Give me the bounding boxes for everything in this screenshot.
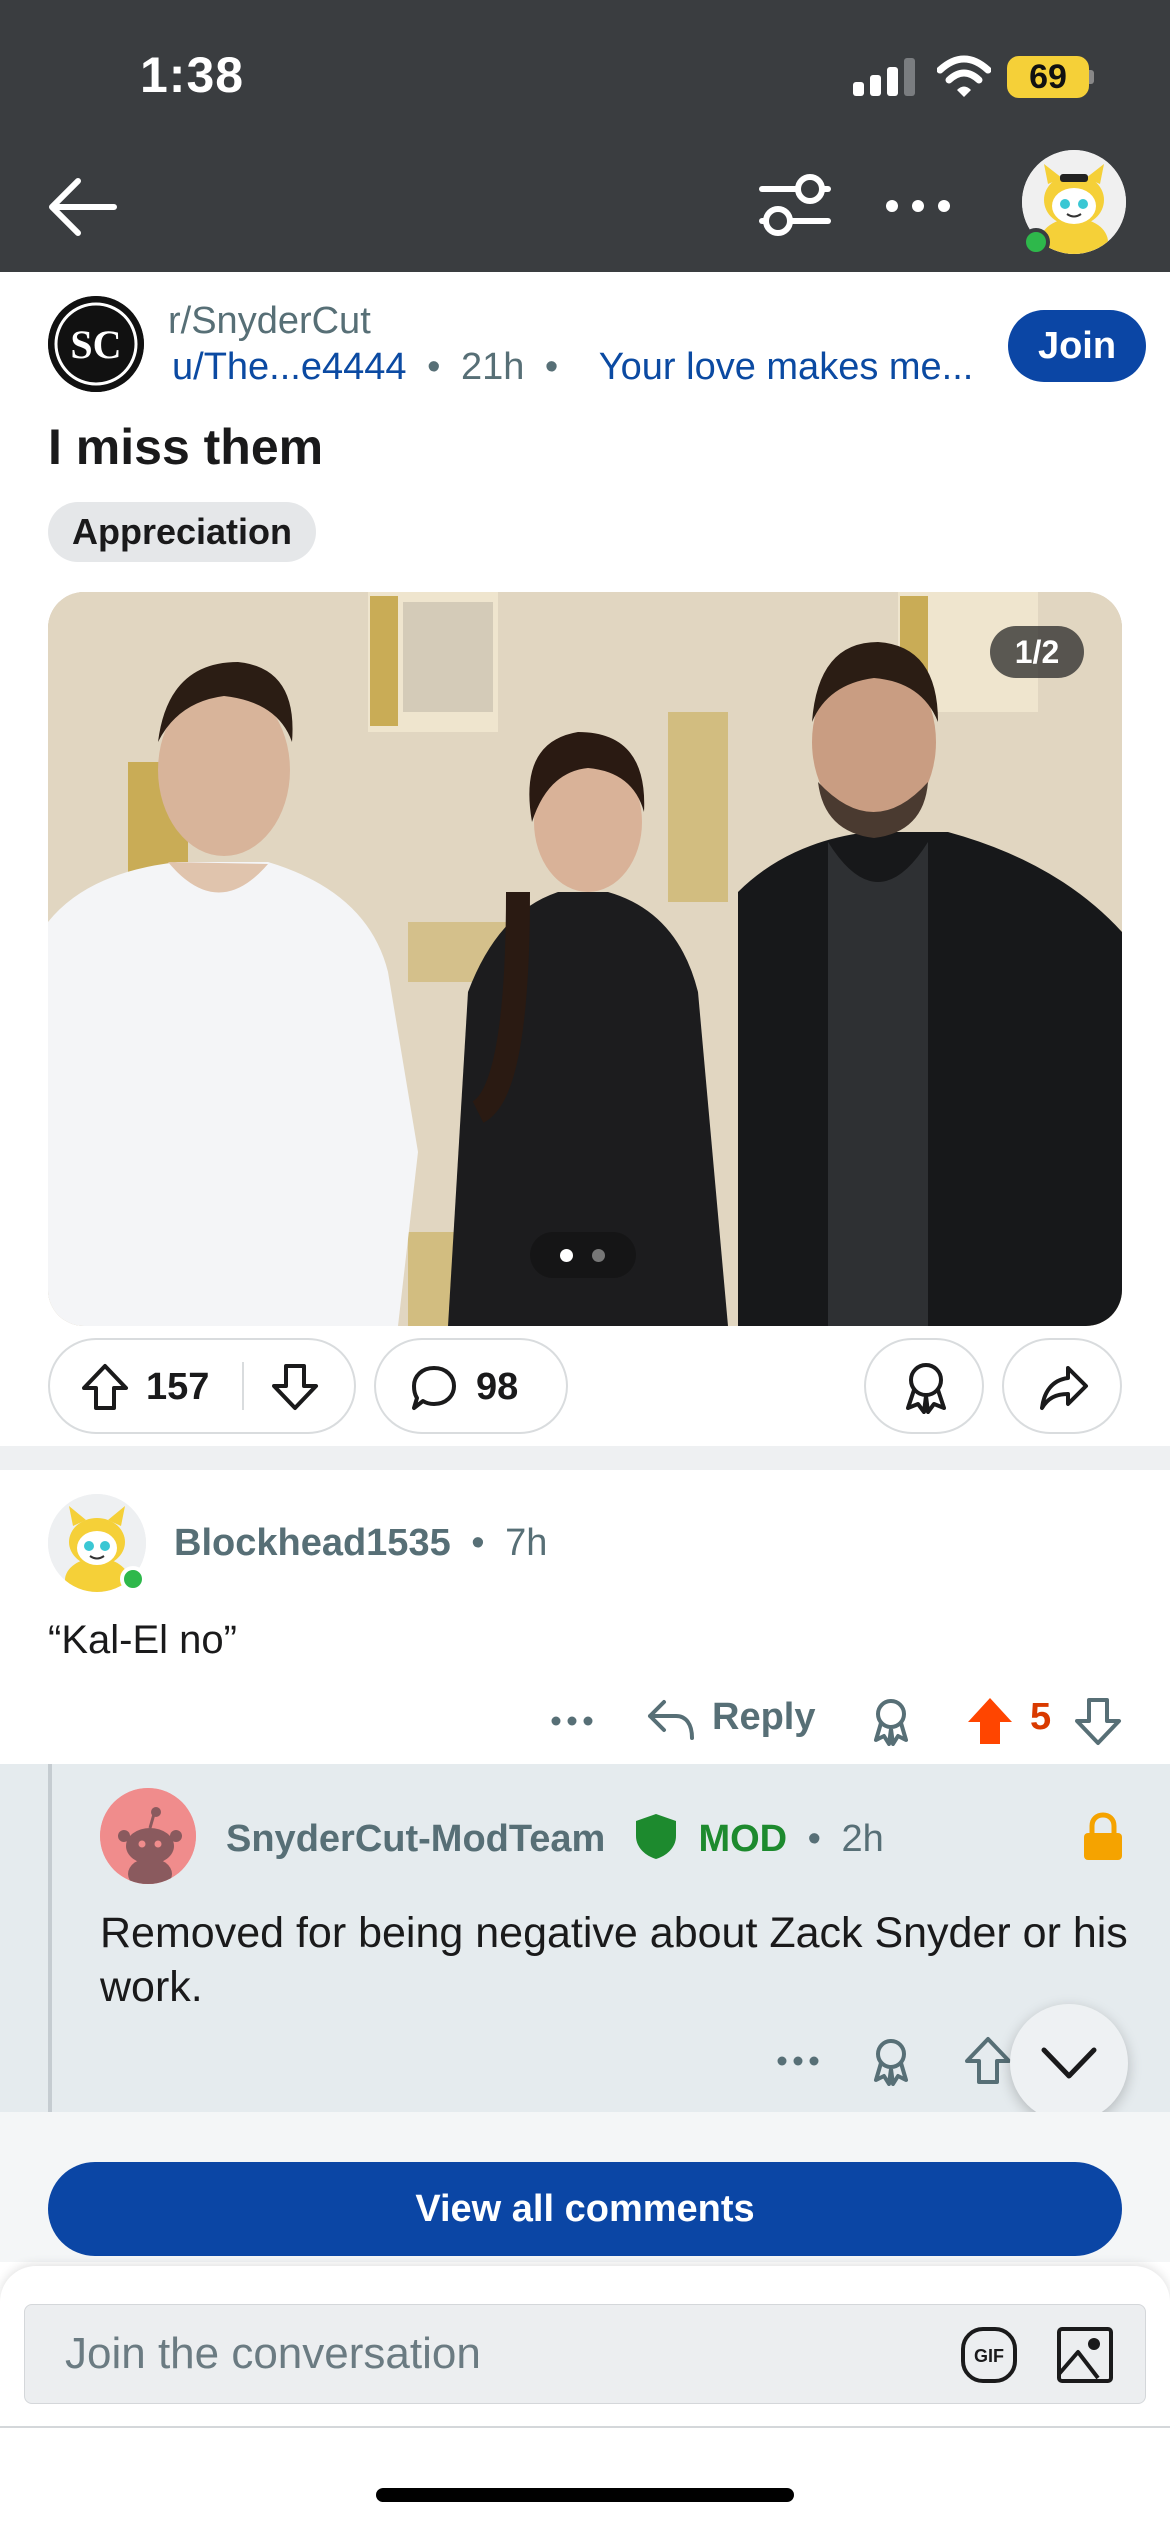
- gif-label: GIF: [974, 2346, 1004, 2366]
- user-flair[interactable]: Your love makes me...: [599, 346, 974, 388]
- subreddit-icon[interactable]: SC: [48, 296, 144, 392]
- image-pagination: [530, 1232, 636, 1278]
- sliders-icon[interactable]: [758, 172, 832, 238]
- upvote-count: 157: [146, 1366, 210, 1408]
- downvote-icon[interactable]: [270, 1362, 320, 1412]
- comments-button[interactable]: 98: [374, 1338, 568, 1434]
- join-button[interactable]: Join: [1008, 310, 1146, 382]
- mod-comment-actions: [0, 2030, 1170, 2100]
- comment-count: 98: [476, 1366, 519, 1408]
- gif-button[interactable]: GIF: [960, 2326, 1018, 2384]
- award-icon: [906, 1363, 946, 1414]
- subreddit-name[interactable]: r/SnyderCut: [168, 300, 371, 343]
- mod-comment-upvote-icon[interactable]: [964, 2036, 1012, 2086]
- vote-bar: 157: [48, 1338, 356, 1434]
- post-image[interactable]: [48, 592, 1122, 1326]
- mod-avatar[interactable]: [100, 1788, 196, 1884]
- scroll-down-button[interactable]: [1010, 2004, 1128, 2122]
- image-icon: [1057, 2327, 1113, 2383]
- mod-comment-award-icon[interactable]: [868, 2036, 914, 2086]
- gif-icon: GIF: [961, 2327, 1017, 2383]
- top-bar: [0, 0, 1170, 272]
- battery-level: 69: [1007, 56, 1089, 98]
- post-meta: u/The...e4444 • 21h • Your love makes me…: [172, 346, 973, 389]
- comment-body: “Kal-El no”: [48, 1618, 237, 1662]
- mod-shield-icon: [636, 1814, 676, 1859]
- comment-meta: Blockhead1535 • 7h: [174, 1522, 547, 1565]
- mod-author[interactable]: SnyderCut-ModTeam: [226, 1818, 605, 1860]
- post-title: I miss them: [48, 419, 324, 475]
- back-arrow-icon[interactable]: [44, 172, 120, 242]
- mod-comment-body: Removed for being negative about Zack Sn…: [100, 1909, 1128, 2011]
- section-divider: [0, 1446, 1170, 1470]
- lock-icon: [1084, 1812, 1122, 1860]
- pagination-dot-active: [560, 1249, 573, 1262]
- subreddit-icon-text: SC: [70, 322, 121, 367]
- upvote-filled-icon[interactable]: [966, 1696, 1014, 1746]
- image-upload-button[interactable]: [1056, 2326, 1114, 2384]
- battery-tip: [1089, 70, 1094, 84]
- composer-divider: [0, 2426, 1170, 2428]
- award-button[interactable]: [864, 1338, 984, 1434]
- comment-author[interactable]: Blockhead1535: [174, 1522, 451, 1564]
- meta-separator: •: [544, 346, 559, 388]
- chevron-down-icon: [1041, 2047, 1097, 2079]
- image-counter: 1/2: [990, 626, 1084, 678]
- comment-more-icon[interactable]: [550, 1706, 594, 1736]
- comment-award-icon[interactable]: [868, 1696, 914, 1746]
- reply-button[interactable]: Reply: [712, 1696, 815, 1739]
- more-options-icon[interactable]: [883, 186, 953, 226]
- post-age: 21h: [460, 346, 525, 388]
- meta-separator: •: [427, 346, 441, 388]
- cellular-signal-icon: [853, 58, 917, 96]
- mod-badge: MOD: [698, 1818, 788, 1860]
- comment-score: 5: [1030, 1696, 1052, 1738]
- upvote-icon[interactable]: [80, 1362, 130, 1412]
- comment-downvote-icon[interactable]: [1074, 1696, 1122, 1746]
- comment-age: 7h: [505, 1522, 548, 1564]
- meta-separator: •: [471, 1522, 485, 1564]
- comment-bubble-icon: [412, 1366, 456, 1410]
- mod-comment-meta: SnyderCut-ModTeam MOD • 2h: [226, 1818, 884, 1861]
- pagination-dot: [592, 1249, 605, 1262]
- share-arrow-icon: [1040, 1366, 1088, 1410]
- mod-comment-more-icon[interactable]: [776, 2046, 820, 2076]
- post-author[interactable]: u/The...e4444: [172, 346, 407, 388]
- reply-icon[interactable]: [646, 1698, 696, 1742]
- status-time: 1:38: [140, 47, 245, 103]
- vote-divider: [242, 1362, 244, 1410]
- wifi-icon: [937, 55, 991, 97]
- meta-separator: •: [807, 1818, 821, 1860]
- online-status-dot: [120, 1566, 146, 1592]
- online-status-dot: [1022, 228, 1050, 256]
- share-button[interactable]: [1002, 1338, 1122, 1434]
- home-indicator[interactable]: [376, 2488, 794, 2502]
- mod-comment-age: 2h: [841, 1818, 884, 1860]
- view-all-comments-button[interactable]: View all comments: [48, 2162, 1122, 2256]
- post-flair[interactable]: Appreciation: [48, 502, 317, 562]
- comment-actions: Reply 5: [0, 1686, 1170, 1756]
